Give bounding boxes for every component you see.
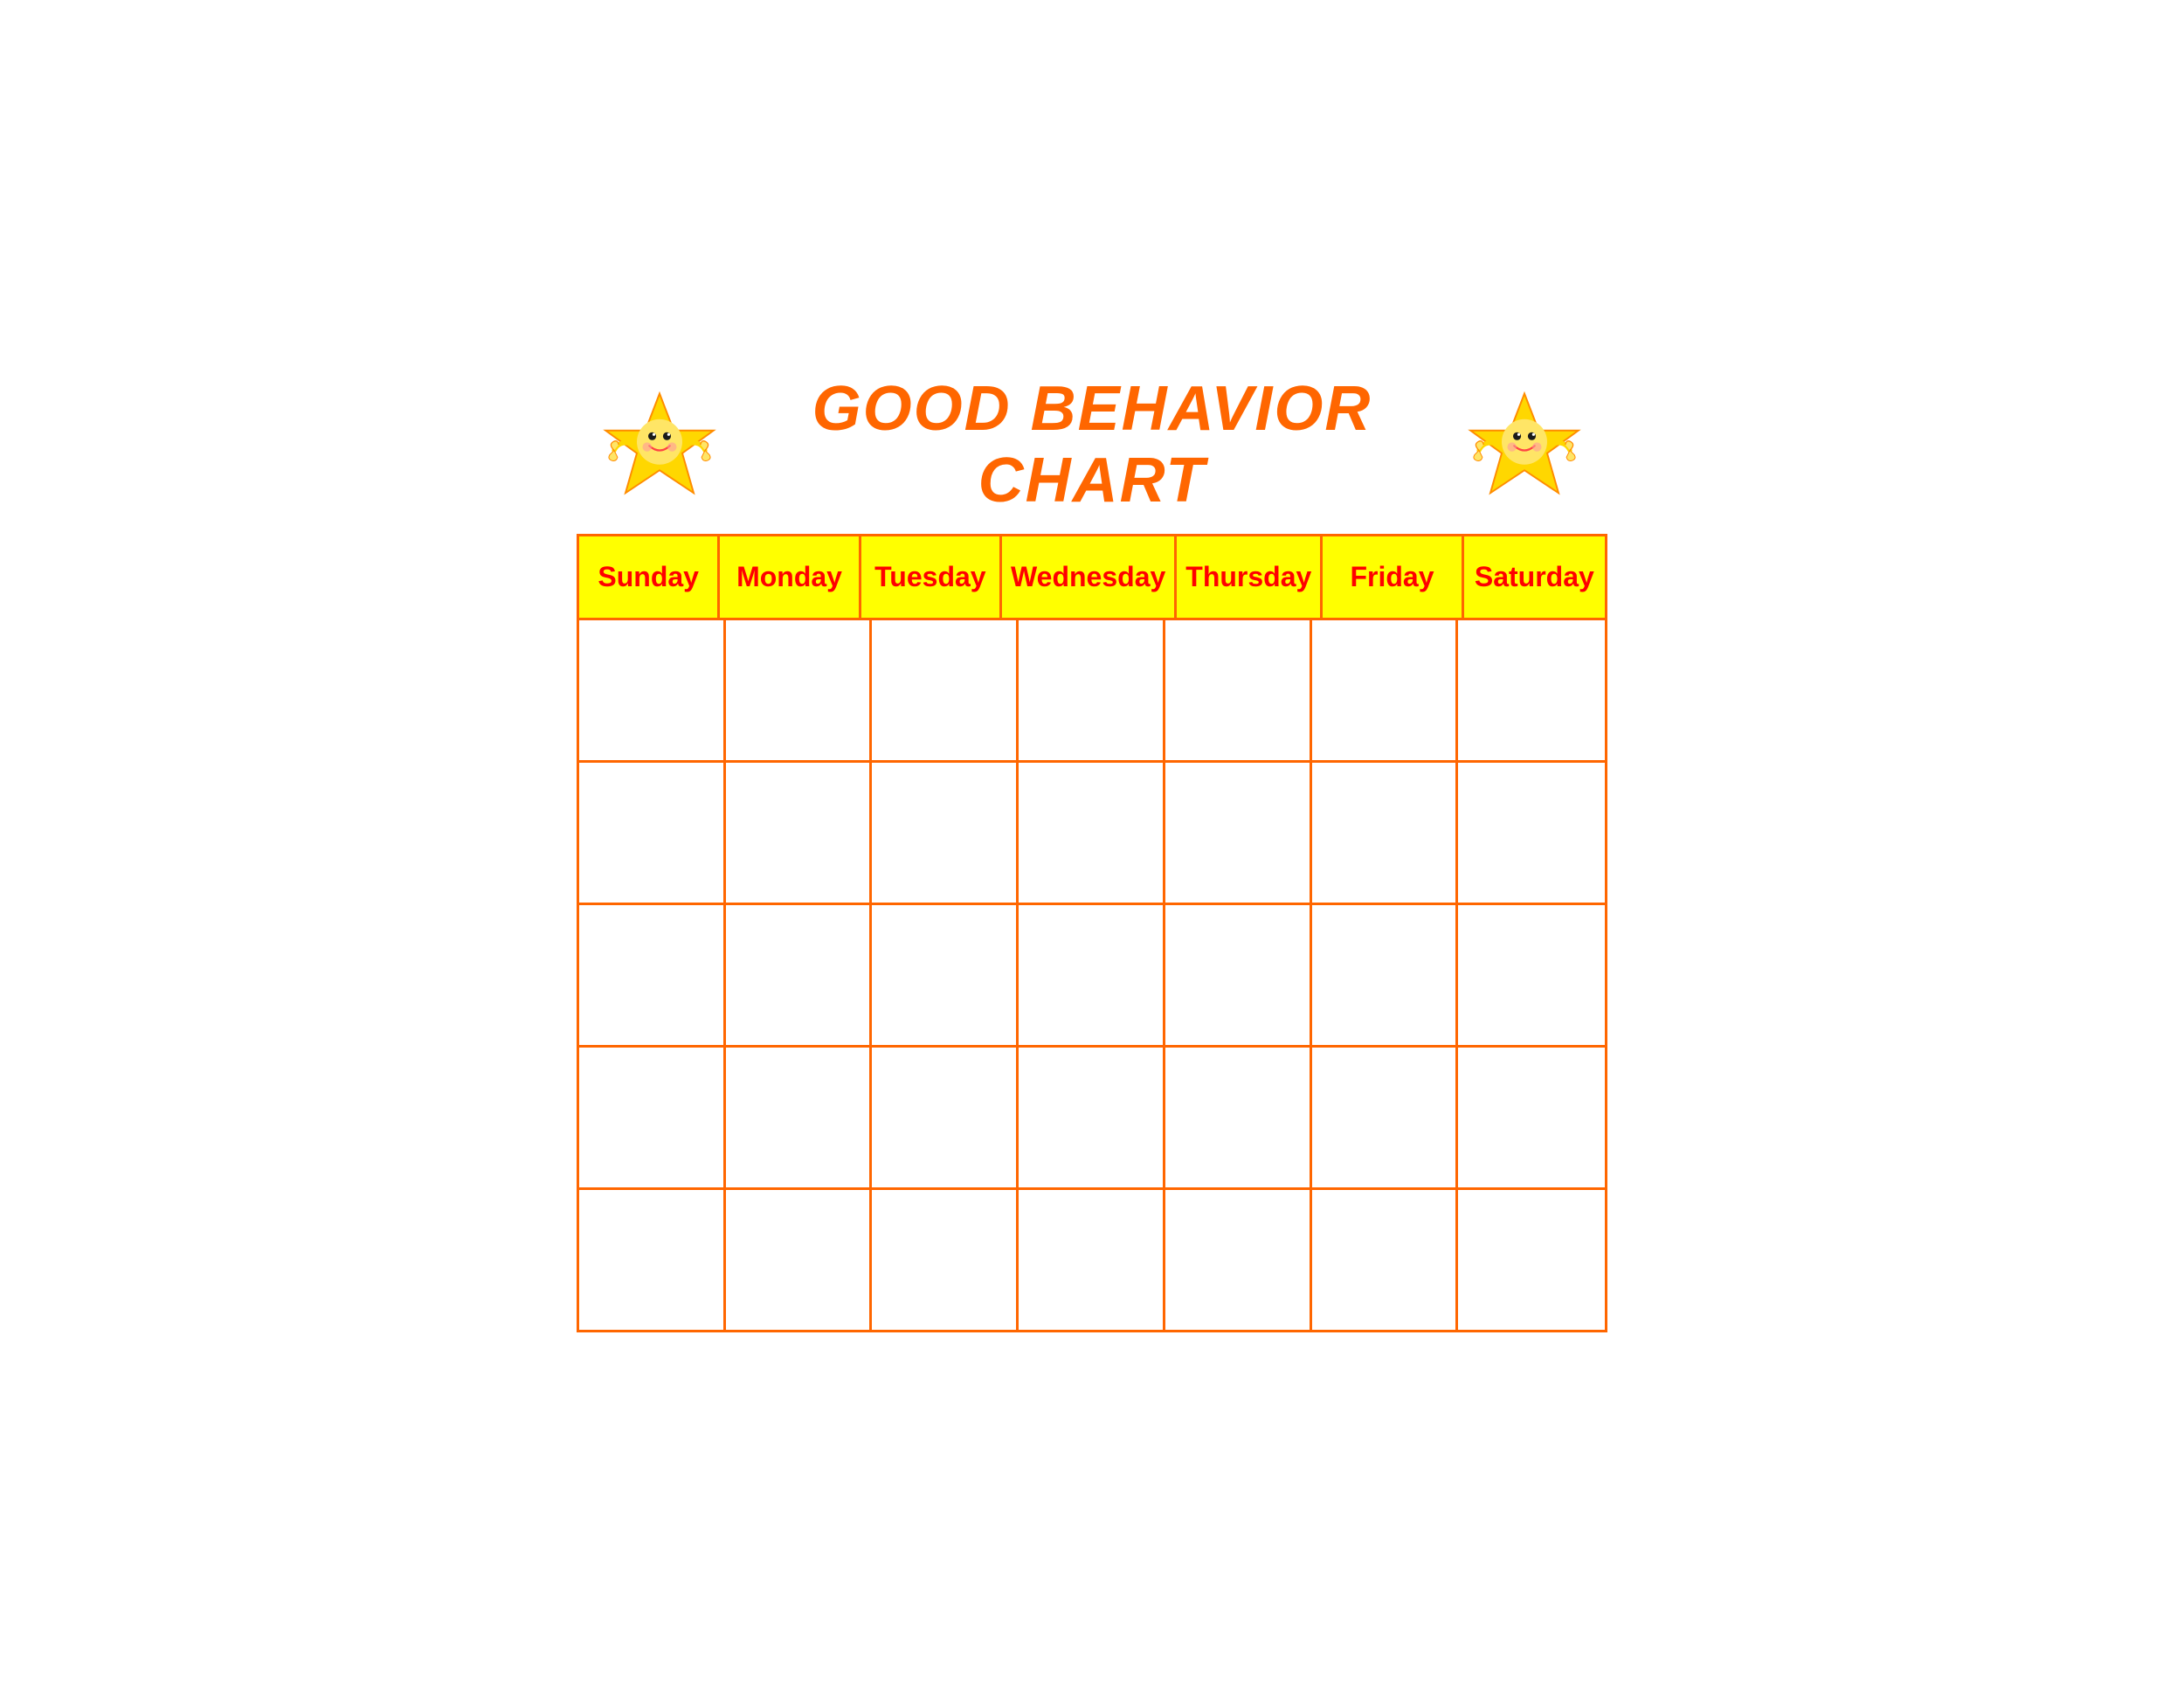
cell-r2-tue[interactable] xyxy=(872,763,1019,903)
table-row xyxy=(579,1190,1605,1330)
cell-r4-mon[interactable] xyxy=(726,1048,873,1187)
cell-r2-thu[interactable] xyxy=(1165,763,1312,903)
star-icon-left xyxy=(603,388,716,502)
header-friday: Friday xyxy=(1323,536,1463,618)
cell-r3-fri[interactable] xyxy=(1312,905,1459,1045)
grid-rows xyxy=(579,620,1605,1330)
header-monday: Monday xyxy=(720,536,860,618)
cell-r4-sat[interactable] xyxy=(1458,1048,1605,1187)
cell-r1-fri[interactable] xyxy=(1312,620,1459,760)
cell-r4-tue[interactable] xyxy=(872,1048,1019,1187)
page-title: GOOD BEHAVIOR CHART xyxy=(734,373,1450,516)
cell-r1-sat[interactable] xyxy=(1458,620,1605,760)
cell-r5-sun[interactable] xyxy=(579,1190,726,1330)
cell-r2-sat[interactable] xyxy=(1458,763,1605,903)
cell-r4-sun[interactable] xyxy=(579,1048,726,1187)
cell-r2-wed[interactable] xyxy=(1019,763,1165,903)
cell-r5-wed[interactable] xyxy=(1019,1190,1165,1330)
cell-r3-sun[interactable] xyxy=(579,905,726,1045)
cell-r4-thu[interactable] xyxy=(1165,1048,1312,1187)
header: GOOD BEHAVIOR CHART xyxy=(568,356,1616,534)
cell-r3-wed[interactable] xyxy=(1019,905,1165,1045)
star-icon-right xyxy=(1468,388,1581,502)
table-row xyxy=(579,905,1605,1048)
cell-r3-mon[interactable] xyxy=(726,905,873,1045)
cell-r5-tue[interactable] xyxy=(872,1190,1019,1330)
cell-r1-thu[interactable] xyxy=(1165,620,1312,760)
cell-r1-sun[interactable] xyxy=(579,620,726,760)
cell-r2-sun[interactable] xyxy=(579,763,726,903)
cell-r5-mon[interactable] xyxy=(726,1190,873,1330)
header-saturday: Saturday xyxy=(1464,536,1605,618)
cell-r1-tue[interactable] xyxy=(872,620,1019,760)
cell-r1-wed[interactable] xyxy=(1019,620,1165,760)
header-tuesday: Tuesday xyxy=(861,536,1002,618)
cell-r4-fri[interactable] xyxy=(1312,1048,1459,1187)
header-sunday: Sunday xyxy=(579,536,720,618)
cell-r4-wed[interactable] xyxy=(1019,1048,1165,1187)
table-row xyxy=(579,763,1605,905)
cell-r2-mon[interactable] xyxy=(726,763,873,903)
cell-r5-thu[interactable] xyxy=(1165,1190,1312,1330)
page-container: GOOD BEHAVIOR CHART xyxy=(568,356,1616,1332)
header-wednesday: Wednesday xyxy=(1002,536,1177,618)
days-header-row: Sunday Monday Tuesday Wednesday Thursday… xyxy=(579,536,1605,620)
behavior-chart: Sunday Monday Tuesday Wednesday Thursday… xyxy=(577,534,1607,1332)
cell-r2-fri[interactable] xyxy=(1312,763,1459,903)
cell-r3-sat[interactable] xyxy=(1458,905,1605,1045)
cell-r5-sat[interactable] xyxy=(1458,1190,1605,1330)
table-row xyxy=(579,1048,1605,1190)
table-row xyxy=(579,620,1605,763)
cell-r1-mon[interactable] xyxy=(726,620,873,760)
header-thursday: Thursday xyxy=(1177,536,1323,618)
cell-r5-fri[interactable] xyxy=(1312,1190,1459,1330)
cell-r3-tue[interactable] xyxy=(872,905,1019,1045)
cell-r3-thu[interactable] xyxy=(1165,905,1312,1045)
